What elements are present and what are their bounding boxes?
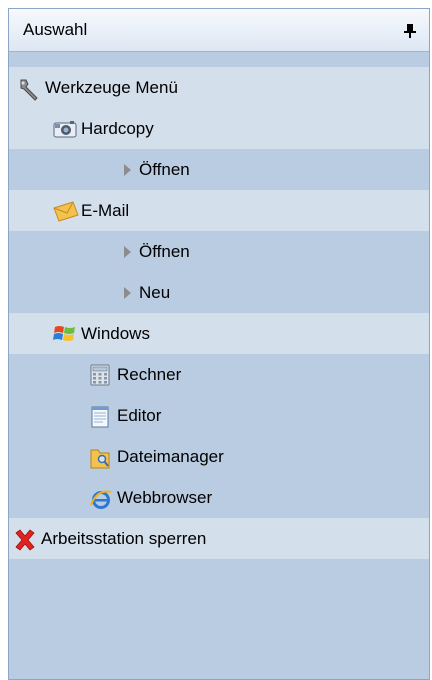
tree-view: Werkzeuge Menü Hardcopy Öffnen E-Mail Öf… [9,67,429,559]
pin-icon[interactable] [403,23,417,39]
internet-explorer-icon [89,487,112,509]
triangle-right-icon [123,286,133,299]
calculator-icon [89,364,111,386]
tree-item-label: Neu [139,282,171,302]
panel-title: Auswahl [23,20,88,39]
tree-item-label: Öffnen [139,159,190,179]
selection-panel: Auswahl Werkzeuge Menü Hardcopy Öffnen E… [8,8,430,680]
tree-item-windows[interactable]: Windows [9,313,429,354]
tree-item-label: Webbrowser [117,487,213,507]
tree-item-editor[interactable]: Editor [9,395,429,436]
tree-item-label: Hardcopy [81,118,154,138]
tree-item-label: Windows [81,323,150,343]
tree-item-arbeitsstation-sperren[interactable]: Arbeitsstation sperren [9,518,429,559]
tree-item-werkzeuge-menu[interactable]: Werkzeuge Menü [9,67,429,108]
tree-item-webbrowser[interactable]: Webbrowser [9,477,429,518]
panel-header: Auswahl [9,9,429,52]
envelope-icon [53,200,79,222]
tree-item-label: Öffnen [139,241,190,261]
red-x-icon [13,528,35,551]
wrench-icon [17,77,39,101]
tree-item-label: Werkzeuge Menü [45,77,178,97]
notepad-icon [89,405,111,427]
tree-item-label: E-Mail [81,200,130,220]
tree-item-rechner[interactable]: Rechner [9,354,429,395]
folder-explorer-icon [89,446,111,468]
tree-item-label: Editor [117,405,162,425]
tree-item-email[interactable]: E-Mail [9,190,429,231]
triangle-right-icon [123,163,133,176]
tree-item-hardcopy-oeffnen[interactable]: Öffnen [9,149,429,190]
tree-item-label: Rechner [117,364,182,384]
tree-item-email-neu[interactable]: Neu [9,272,429,313]
tree-item-hardcopy[interactable]: Hardcopy [9,108,429,149]
tree-item-dateimanager[interactable]: Dateimanager [9,436,429,477]
tree-item-email-oeffnen[interactable]: Öffnen [9,231,429,272]
tree-item-label: Dateimanager [117,446,224,466]
camera-icon [53,118,77,140]
windows-logo-icon [53,323,75,345]
triangle-right-icon [123,245,133,258]
tree-item-label: Arbeitsstation sperren [41,528,207,548]
